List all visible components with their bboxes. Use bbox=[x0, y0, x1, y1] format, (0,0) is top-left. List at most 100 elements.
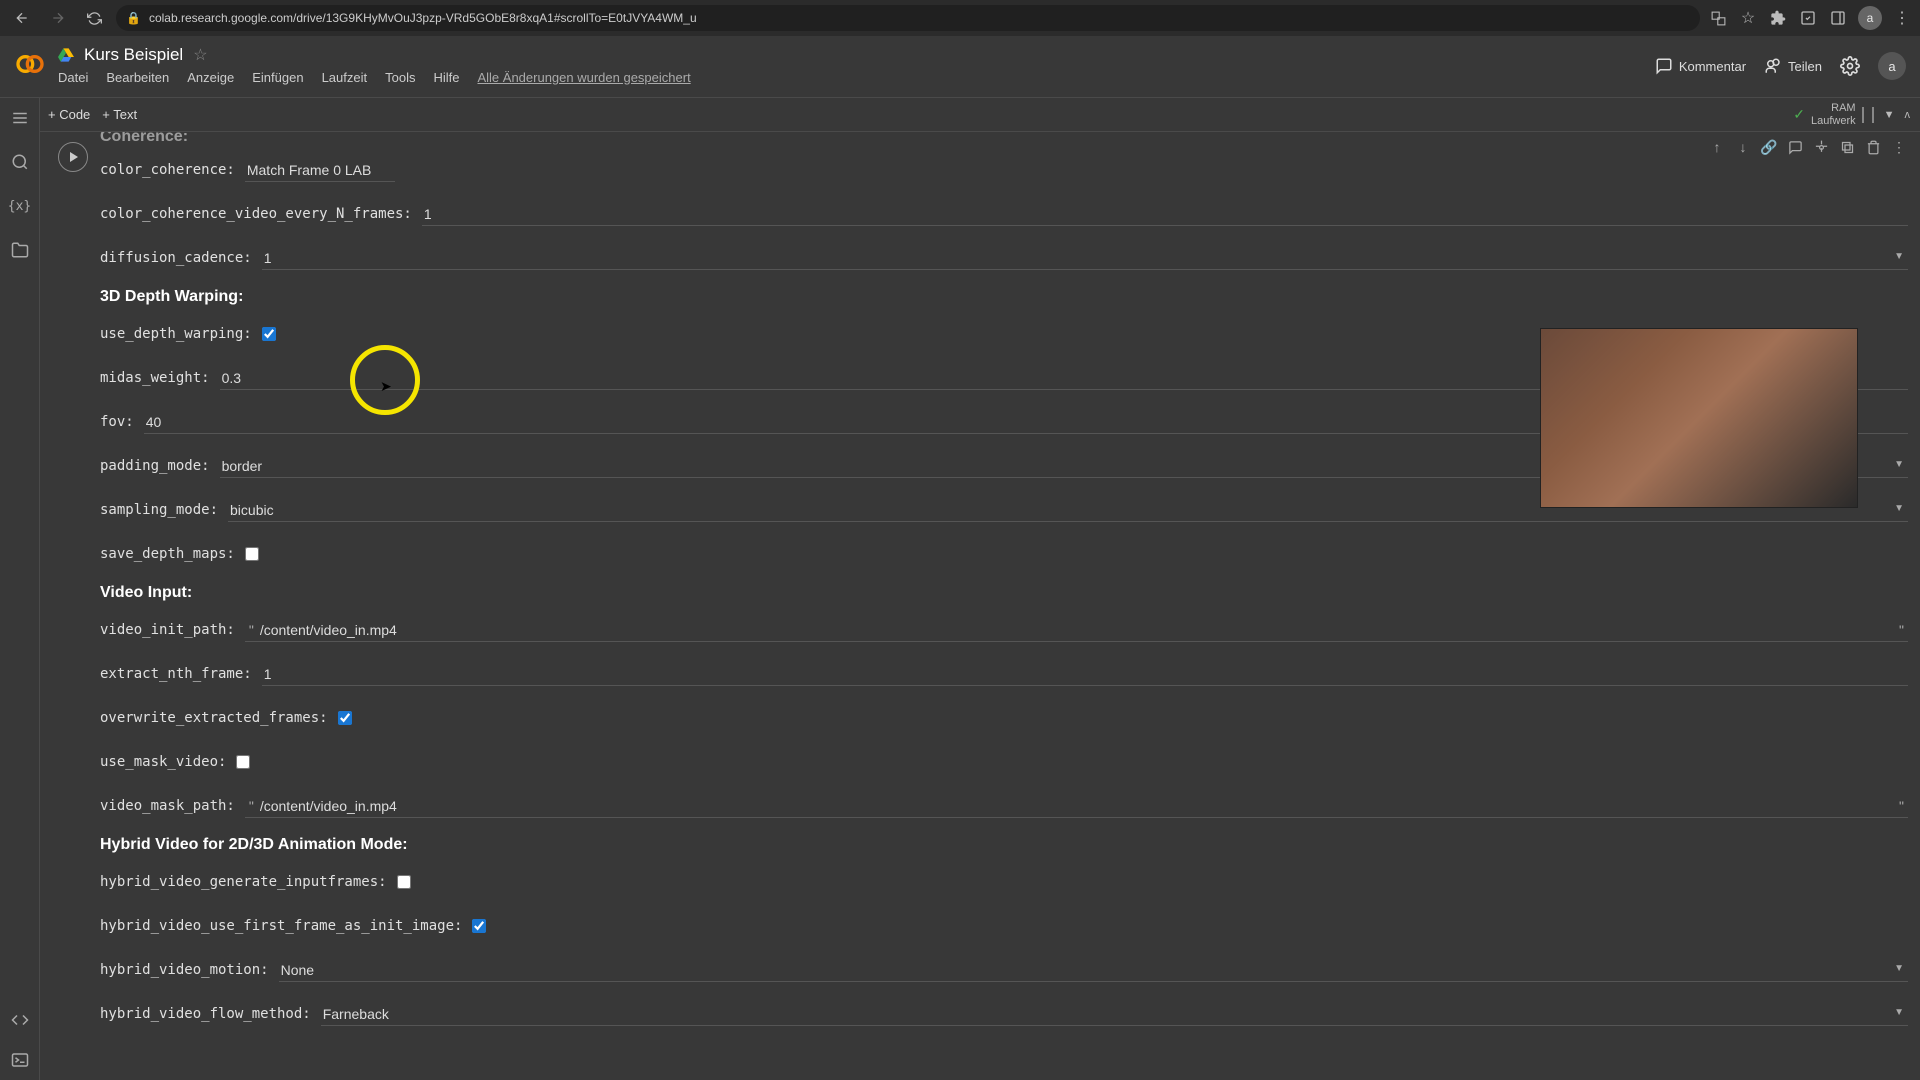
bookmark-icon[interactable]: ☆ bbox=[1738, 8, 1758, 28]
chevron-down-icon: ▼ bbox=[1894, 1007, 1904, 1018]
toc-icon[interactable] bbox=[10, 108, 30, 128]
sidepanel-icon[interactable] bbox=[1828, 8, 1848, 28]
back-button[interactable] bbox=[8, 4, 36, 32]
runtime-status[interactable]: ✓ RAM Laufwerk bbox=[1793, 102, 1873, 126]
midas-weight-label: midas_weight: bbox=[100, 370, 210, 386]
overwrite-extracted-frames-checkbox[interactable] bbox=[338, 711, 352, 725]
add-text-button[interactable]: + Text bbox=[102, 107, 137, 122]
share-label: Teilen bbox=[1788, 59, 1822, 74]
variables-icon[interactable]: {x} bbox=[10, 196, 30, 216]
share-button[interactable]: Teilen bbox=[1764, 57, 1822, 75]
hybrid-generate-label: hybrid_video_generate_inputframes: bbox=[100, 874, 387, 890]
menu-bar: Datei Bearbeiten Anzeige Einfügen Laufze… bbox=[58, 70, 1643, 85]
drive-icon bbox=[58, 47, 74, 63]
extract-nth-frame-label: extract_nth_frame: bbox=[100, 666, 252, 682]
diffusion-cadence-label: diffusion_cadence: bbox=[100, 250, 252, 266]
save-depth-maps-checkbox[interactable] bbox=[245, 547, 259, 561]
quote-open: " bbox=[245, 622, 258, 638]
menu-einfuegen[interactable]: Einfügen bbox=[252, 70, 303, 85]
browser-profile-avatar[interactable]: a bbox=[1858, 6, 1882, 30]
overwrite-extracted-frames-label: overwrite_extracted_frames: bbox=[100, 710, 328, 726]
comment-button[interactable]: Kommentar bbox=[1655, 57, 1746, 75]
color-coherence-video-input[interactable] bbox=[422, 203, 1908, 226]
hybrid-first-frame-checkbox[interactable] bbox=[472, 919, 486, 933]
hybrid-flow-label: hybrid_video_flow_method: bbox=[100, 1006, 311, 1022]
saved-status[interactable]: Alle Änderungen wurden gespeichert bbox=[477, 70, 690, 85]
search-icon[interactable] bbox=[10, 152, 30, 172]
extract-nth-frame-input[interactable] bbox=[262, 663, 1908, 686]
user-avatar[interactable]: a bbox=[1878, 52, 1906, 80]
chevron-down-icon: ▼ bbox=[1894, 963, 1904, 974]
color-coherence-video-label: color_coherence_video_every_N_frames: bbox=[100, 206, 412, 222]
webcam-overlay bbox=[1540, 328, 1858, 508]
browser-menu-icon[interactable]: ⋮ bbox=[1892, 8, 1912, 28]
diffusion-cadence-select[interactable]: 1▼ bbox=[262, 247, 1908, 270]
hybrid-generate-checkbox[interactable] bbox=[397, 875, 411, 889]
star-button[interactable]: ☆ bbox=[193, 45, 207, 65]
share-icon bbox=[1764, 57, 1782, 75]
chevron-down-icon: ▼ bbox=[1894, 459, 1904, 470]
use-depth-warping-label: use_depth_warping: bbox=[100, 326, 252, 342]
menu-tools[interactable]: Tools bbox=[385, 70, 415, 85]
settings-button[interactable] bbox=[1840, 56, 1860, 76]
video-mask-path-input[interactable] bbox=[258, 795, 1895, 817]
url-text: colab.research.google.com/drive/13G9KHyM… bbox=[149, 11, 1690, 25]
chevron-down-icon: ▼ bbox=[1894, 251, 1904, 262]
runtime-dropdown[interactable]: ▼ bbox=[1884, 109, 1895, 121]
runtime-label: Laufwerk bbox=[1811, 115, 1856, 127]
use-mask-video-checkbox[interactable] bbox=[236, 755, 250, 769]
url-bar[interactable]: 🔒 colab.research.google.com/drive/13G9KH… bbox=[116, 5, 1700, 31]
padding-mode-label: padding_mode: bbox=[100, 458, 210, 474]
video-init-path-label: video_init_path: bbox=[100, 622, 235, 638]
lock-icon: 🔒 bbox=[126, 11, 141, 25]
colab-logo[interactable] bbox=[14, 48, 46, 80]
left-sidebar: {x} bbox=[0, 98, 40, 1080]
color-coherence-value[interactable]: Match Frame 0 LAB bbox=[245, 159, 395, 182]
add-code-button[interactable]: + Code bbox=[48, 107, 90, 122]
play-icon bbox=[70, 152, 78, 162]
coherence-heading: Coherence: bbox=[100, 132, 1908, 146]
chevron-down-icon: ▼ bbox=[1894, 503, 1904, 514]
hybrid-motion-label: hybrid_video_motion: bbox=[100, 962, 269, 978]
forward-button[interactable] bbox=[44, 4, 72, 32]
gear-icon bbox=[1840, 56, 1860, 76]
browser-bar: 🔒 colab.research.google.com/drive/13G9KH… bbox=[0, 0, 1920, 36]
menu-laufzeit[interactable]: Laufzeit bbox=[322, 70, 368, 85]
document-title[interactable]: Kurs Beispiel bbox=[84, 45, 183, 65]
comment-icon bbox=[1655, 57, 1673, 75]
menu-anzeige[interactable]: Anzeige bbox=[187, 70, 234, 85]
colab-header: Kurs Beispiel ☆ Datei Bearbeiten Anzeige… bbox=[0, 36, 1920, 98]
collapse-sidebar[interactable]: ʌ bbox=[1905, 109, 1911, 121]
comment-label: Kommentar bbox=[1679, 59, 1746, 74]
translate-icon[interactable] bbox=[1708, 8, 1728, 28]
quote-close: " bbox=[1895, 622, 1908, 638]
menu-bearbeiten[interactable]: Bearbeiten bbox=[106, 70, 169, 85]
check-icon: ✓ bbox=[1793, 106, 1805, 123]
hybrid-flow-select[interactable]: Farneback▼ bbox=[321, 1003, 1908, 1026]
hybrid-heading: Hybrid Video for 2D/3D Animation Mode: bbox=[100, 836, 1908, 854]
terminal-icon[interactable] bbox=[10, 1050, 30, 1070]
files-icon[interactable] bbox=[10, 240, 30, 260]
quote-close: " bbox=[1895, 798, 1908, 814]
save-depth-maps-label: save_depth_maps: bbox=[100, 546, 235, 562]
checkmark-icon[interactable] bbox=[1798, 8, 1818, 28]
ram-label: RAM bbox=[1811, 102, 1856, 114]
hybrid-first-frame-label: hybrid_video_use_first_frame_as_init_ima… bbox=[100, 918, 462, 934]
run-cell-button[interactable] bbox=[58, 142, 88, 172]
video-init-path-input[interactable] bbox=[258, 619, 1895, 641]
color-coherence-label: color_coherence: bbox=[100, 162, 235, 178]
depth-heading: 3D Depth Warping: bbox=[100, 288, 1908, 306]
code-snippets-icon[interactable] bbox=[10, 1010, 30, 1030]
reload-button[interactable] bbox=[80, 4, 108, 32]
use-mask-video-label: use_mask_video: bbox=[100, 754, 226, 770]
extensions-icon[interactable] bbox=[1768, 8, 1788, 28]
menu-hilfe[interactable]: Hilfe bbox=[433, 70, 459, 85]
use-depth-warping-checkbox[interactable] bbox=[262, 327, 276, 341]
sampling-mode-label: sampling_mode: bbox=[100, 502, 218, 518]
toolbar: + Code + Text ✓ RAM Laufwerk ▼ ʌ bbox=[0, 98, 1920, 132]
video-mask-path-label: video_mask_path: bbox=[100, 798, 235, 814]
hybrid-motion-select[interactable]: None▼ bbox=[279, 959, 1908, 982]
fov-label: fov: bbox=[100, 414, 134, 430]
menu-datei[interactable]: Datei bbox=[58, 70, 88, 85]
video-heading: Video Input: bbox=[100, 584, 1908, 602]
